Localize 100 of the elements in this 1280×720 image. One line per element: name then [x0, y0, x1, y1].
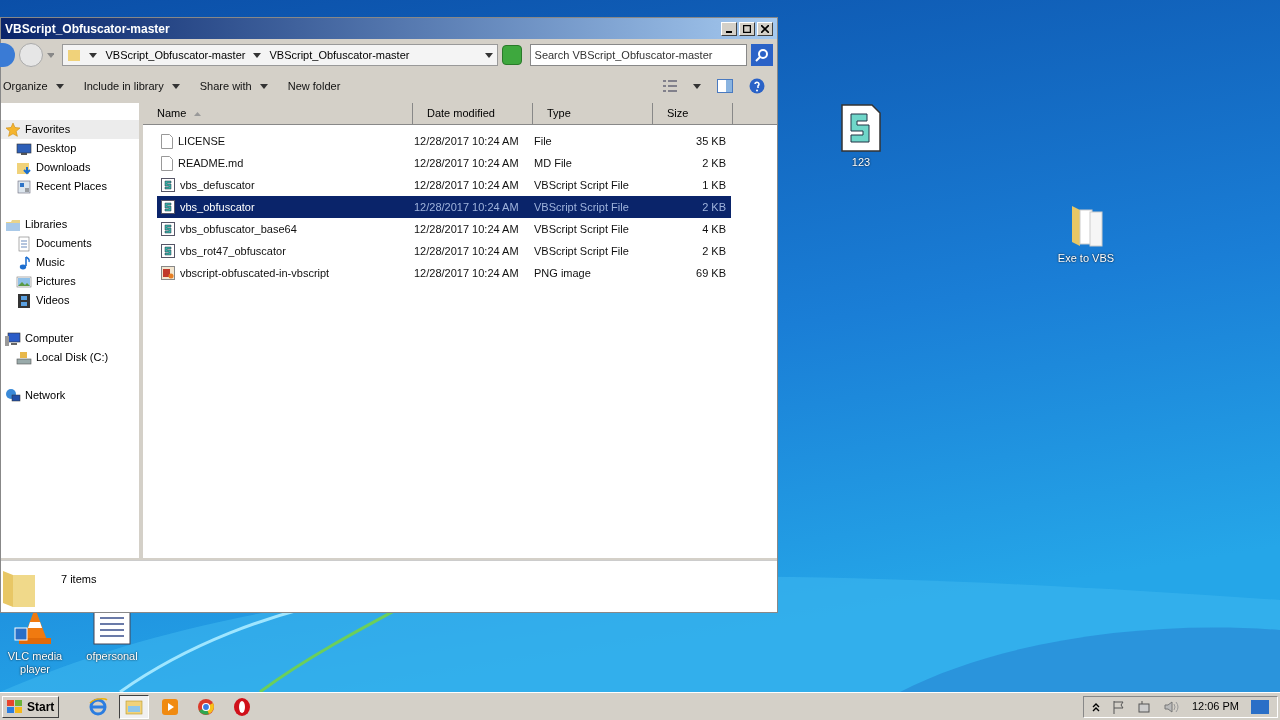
- speaker-icon[interactable]: [1163, 699, 1180, 714]
- nav-group-item[interactable]: Network: [1, 386, 139, 405]
- file-row[interactable]: vbs_defuscator 12/28/2017 10:24 AM VBScript Script File 1 KB: [157, 174, 731, 196]
- search-button[interactable]: [751, 44, 773, 66]
- type-cell-text: VBScript Script File: [534, 199, 630, 215]
- sort-arrow-icon: [194, 111, 202, 116]
- size-cell-text: 2 KB: [701, 199, 726, 215]
- toolbar-button[interactable]: Organize: [3, 77, 64, 95]
- file-row[interactable]: vbs_obfuscator 12/28/2017 10:24 AM VBScript Script File 2 KB: [157, 196, 731, 218]
- folder-icon: [67, 48, 82, 62]
- recent-places-icon: [16, 178, 32, 195]
- file-row[interactable]: vbscript-obfuscated-in-vbscript 12/28/2017 10:24 AM PNG image 69 KB: [157, 262, 731, 284]
- column-header[interactable]: Size: [653, 103, 733, 124]
- nav-item[interactable]: Music: [1, 253, 139, 272]
- search-icon: [755, 48, 770, 62]
- clock[interactable]: 12:06 PM: [1191, 698, 1239, 715]
- star-icon: [5, 121, 21, 138]
- nav-item[interactable]: Desktop: [1, 139, 139, 158]
- maximize-icon: [743, 24, 751, 33]
- size-cell-text: 4 KB: [701, 221, 726, 237]
- size-cell-text: 69 KB: [695, 265, 726, 281]
- start-button[interactable]: Start: [2, 695, 60, 718]
- date-cell-text: 12/28/2017 10:24 AM: [414, 133, 520, 149]
- size-cell-text: 2 KB: [701, 243, 726, 259]
- file-name: vbs_rot47_obfuscator: [180, 243, 286, 259]
- document-icon: [16, 235, 32, 252]
- type-cell-text: File: [534, 133, 553, 149]
- toolbar-button[interactable]: New folder: [287, 77, 341, 95]
- toolbar-button[interactable]: Include in library: [83, 77, 180, 95]
- desktop-icon-label[interactable]: 123: [851, 156, 871, 169]
- network-icon[interactable]: [1137, 699, 1152, 714]
- type-cell-text: VBScript Script File: [534, 177, 630, 193]
- caret-icon: [253, 52, 262, 58]
- date-cell-text: 12/28/2017 10:24 AM: [414, 155, 520, 171]
- maximize-button[interactable]: [739, 21, 755, 36]
- column-header[interactable]: Type: [533, 103, 653, 124]
- breadcrumb[interactable]: VBScript_Obfuscator-master: [105, 46, 246, 64]
- chrome-icon: [196, 696, 217, 717]
- nav-item[interactable]: Pictures: [1, 272, 139, 291]
- size-cell-text: 1 KB: [701, 177, 726, 193]
- type-cell-text: VBScript Script File: [534, 243, 630, 259]
- file-row[interactable]: LICENSE 12/28/2017 10:24 AM File 35 KB: [157, 130, 731, 152]
- taskbar-button[interactable]: [119, 694, 150, 719]
- type-cell-text: PNG image: [534, 265, 592, 281]
- show-desktop-icon[interactable]: [1251, 699, 1269, 714]
- script-file-icon: [161, 244, 175, 258]
- close-button[interactable]: [757, 21, 773, 36]
- address-bar[interactable]: VBScript_Obfuscator-master VBScript_Obfuscator-master: [62, 44, 498, 66]
- date-cell-text: 12/28/2017 10:24 AM: [414, 199, 520, 215]
- script-file-icon: [841, 104, 881, 152]
- computer-icon: [5, 330, 21, 347]
- script-file-icon: [161, 200, 175, 214]
- date-cell-text: 12/28/2017 10:24 AM: [414, 177, 520, 193]
- toolbar-button[interactable]: Share with: [199, 77, 268, 95]
- windows-logo-icon: [7, 699, 23, 714]
- type-cell-text: MD File: [534, 155, 573, 171]
- column-header[interactable]: Date modified: [413, 103, 533, 124]
- item-count: 7 items: [61, 572, 97, 587]
- date-cell-text: 12/28/2017 10:24 AM: [414, 221, 520, 237]
- help-icon[interactable]: [749, 78, 765, 94]
- nav-item[interactable]: Videos: [1, 291, 139, 310]
- nav-item[interactable]: Recent Places: [1, 177, 139, 196]
- file-row[interactable]: vbs_rot47_obfuscator 12/28/2017 10:24 AM VBScript Script File 2 KB: [157, 240, 731, 262]
- desktop-icon-label[interactable]: Exe to VBS: [1057, 252, 1115, 265]
- chevron-up-icon[interactable]: [1091, 701, 1100, 712]
- blank-file-icon: [161, 133, 173, 149]
- nav-group-item[interactable]: Libraries: [1, 215, 139, 234]
- nav-item[interactable]: Local Disk (C:): [1, 348, 139, 367]
- column-header[interactable]: Name: [143, 103, 413, 124]
- file-name: vbs_obfuscator: [180, 199, 255, 215]
- nav-item[interactable]: Downloads: [1, 158, 139, 177]
- file-row[interactable]: vbs_obfuscator_base64 12/28/2017 10:24 AM VBScript Script File 4 KB: [157, 218, 731, 240]
- script-file-icon: [161, 222, 175, 236]
- film-icon: [16, 292, 32, 309]
- nav-group-item[interactable]: Favorites: [1, 120, 139, 139]
- nav-item[interactable]: Documents: [1, 234, 139, 253]
- search-field[interactable]: Search VBScript_Obfuscator-master: [529, 44, 748, 66]
- caret-icon: [171, 83, 180, 89]
- minimize-button[interactable]: [721, 21, 737, 36]
- caret-icon: [55, 83, 64, 89]
- blank-file-icon: [161, 155, 173, 171]
- file-name: LICENSE: [178, 133, 226, 149]
- back-button[interactable]: [0, 43, 15, 67]
- file-name: vbscript-obfuscated-in-vbscript: [180, 265, 330, 281]
- file-name: vbs_obfuscator_base64: [180, 221, 297, 237]
- caret-icon: [693, 83, 701, 89]
- file-row[interactable]: README.md 12/28/2017 10:24 AM MD File 2 KB: [157, 152, 731, 174]
- refresh-button[interactable]: [501, 45, 522, 65]
- play-icon: [160, 696, 181, 717]
- size-cell-text: 35 KB: [695, 133, 726, 149]
- caret-icon: [89, 52, 98, 58]
- flag-icon[interactable]: [1111, 699, 1126, 714]
- nav-group-item[interactable]: Computer: [1, 329, 139, 348]
- image-file-icon: [161, 266, 175, 280]
- pictures-icon: [16, 273, 32, 290]
- breadcrumb[interactable]: VBScript_Obfuscator-master: [269, 46, 410, 64]
- close-icon: [761, 24, 769, 33]
- preview-pane-icon[interactable]: [717, 79, 733, 93]
- view-list-icon[interactable]: [663, 80, 677, 92]
- file-name: vbs_defuscator: [180, 177, 255, 193]
